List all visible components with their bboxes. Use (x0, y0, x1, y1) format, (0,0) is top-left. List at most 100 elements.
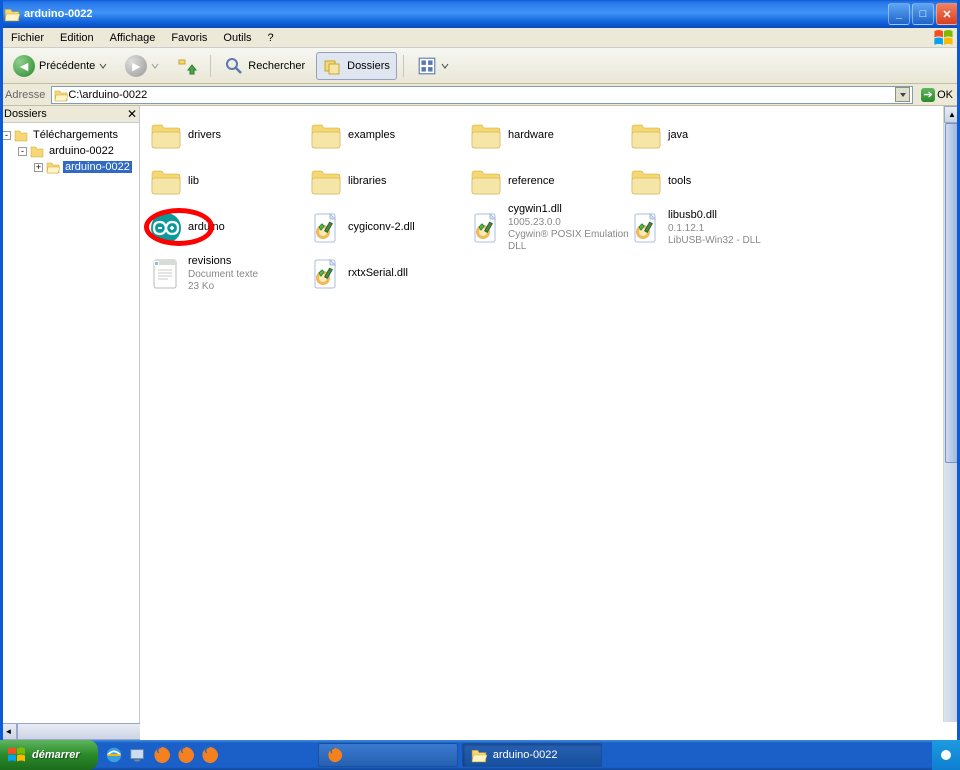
sidebar-close[interactable]: ✕ (127, 107, 137, 121)
folder-item[interactable]: libraries (310, 164, 470, 200)
item-name: lib (188, 175, 199, 188)
up-button[interactable] (170, 52, 204, 80)
expand-toggle[interactable]: - (2, 131, 11, 140)
systray[interactable] (932, 740, 960, 770)
go-arrow-icon: ➔ (921, 88, 935, 102)
folder-icon (54, 88, 68, 102)
folder-icon (310, 166, 342, 198)
scroll-up[interactable]: ▲ (944, 106, 960, 123)
close-button[interactable]: ✕ (936, 3, 958, 25)
folder-icon (30, 144, 44, 158)
tree-item[interactable]: - arduino-0022 (2, 143, 137, 159)
go-button[interactable]: ➔ OK (917, 87, 957, 103)
folder-item[interactable]: tools (630, 164, 790, 200)
start-button[interactable]: démarrer (0, 740, 98, 770)
window-title: arduino-0022 (24, 8, 888, 20)
folder-item[interactable]: hardware (470, 118, 630, 154)
file-item[interactable]: rxtxSerial.dll (310, 256, 470, 292)
ie-icon (105, 746, 123, 764)
ql-ff1[interactable] (152, 745, 172, 765)
folder-item[interactable]: drivers (150, 118, 310, 154)
forward-icon: ► (125, 55, 147, 77)
folder-icon (4, 6, 20, 22)
ql-ff2[interactable] (176, 745, 196, 765)
views-button[interactable] (410, 52, 456, 80)
folder-icon (310, 120, 342, 152)
ql-desktop[interactable] (128, 745, 148, 765)
firefox-icon (177, 746, 195, 764)
scroll-thumb[interactable] (945, 123, 959, 463)
menu-edition[interactable]: Edition (53, 30, 101, 46)
scroll-left[interactable]: ◄ (0, 723, 17, 740)
file-item[interactable]: cygiconv-2.dll (310, 210, 470, 246)
folder-icon (14, 128, 28, 142)
sidebar-title: Dossiers (4, 108, 47, 120)
taskbar: démarrer arduino-0022 (0, 740, 960, 770)
tiles-grid: drivers examples hardware java lib libra… (140, 106, 960, 304)
desktop-icon (129, 746, 147, 764)
back-icon: ◄ (13, 55, 35, 77)
file-item[interactable]: cygwin1.dll1005.23.0.0Cygwin® POSIX Emul… (470, 210, 630, 246)
titlebar: arduino-0022 _ □ ✕ (0, 0, 960, 28)
item-name: cygiconv-2.dll (348, 221, 415, 234)
file-item[interactable]: revisionsDocument texte23 Ko (150, 256, 310, 292)
menu-fichier[interactable]: Fichier (4, 30, 51, 46)
back-button[interactable]: ◄ Précédente (6, 51, 114, 81)
firefox-icon (201, 746, 219, 764)
folder-icon (471, 747, 487, 763)
views-icon (417, 56, 437, 76)
separator (403, 55, 404, 77)
tree-item[interactable]: - Téléchargements (2, 127, 137, 143)
expand-toggle[interactable]: - (18, 147, 27, 156)
item-name: drivers (188, 129, 221, 142)
menu-affichage[interactable]: Affichage (103, 30, 163, 46)
task-firefox[interactable] (318, 743, 458, 767)
folders-button[interactable]: Dossiers (316, 52, 397, 80)
address-label: Adresse (3, 89, 47, 101)
folder-icon (46, 160, 60, 174)
menu-help[interactable]: ? (261, 30, 281, 46)
folder-tree: - Téléchargements- arduino-0022+ arduino… (0, 123, 139, 179)
menu-favoris[interactable]: Favoris (164, 30, 214, 46)
folder-item[interactable]: reference (470, 164, 630, 200)
folders-label: Dossiers (347, 60, 390, 72)
folder-icon (470, 120, 502, 152)
ok-label: OK (937, 89, 953, 101)
folder-item[interactable]: examples (310, 118, 470, 154)
addressbar: Adresse ➔ OK (0, 84, 960, 106)
search-button[interactable]: Rechercher (217, 52, 312, 80)
sidebar-header: Dossiers ✕ (0, 106, 139, 123)
folder-item[interactable]: java (630, 118, 790, 154)
tree-item[interactable]: + arduino-0022 (2, 159, 137, 175)
toolbar: ◄ Précédente ► Rechercher Dossiers (0, 48, 960, 84)
start-label: démarrer (32, 749, 80, 761)
file-item[interactable]: libusb0.dll0.1.12.1LibUSB-Win32 - DLL (630, 210, 790, 246)
address-dropdown[interactable] (895, 87, 910, 102)
task-explorer[interactable]: arduino-0022 (462, 743, 602, 767)
dll-icon (310, 212, 342, 244)
item-name: rxtxSerial.dll (348, 267, 408, 280)
address-input[interactable] (68, 89, 895, 101)
forward-button[interactable]: ► (118, 51, 166, 81)
search-icon (224, 56, 244, 76)
arduino-icon (150, 212, 182, 244)
tree-label: arduino-0022 (63, 161, 132, 173)
back-label: Précédente (39, 60, 95, 72)
up-icon (177, 56, 197, 76)
item-name: arduino (188, 221, 225, 234)
minimize-button[interactable]: _ (888, 3, 910, 25)
ql-ie[interactable] (104, 745, 124, 765)
separator (210, 55, 211, 77)
ql-ff3[interactable] (200, 745, 220, 765)
menu-outils[interactable]: Outils (216, 30, 258, 46)
quicklaunch (98, 745, 226, 765)
folders-icon (323, 56, 343, 76)
folder-item[interactable]: lib (150, 164, 310, 200)
expand-toggle[interactable]: + (34, 163, 43, 172)
menubar: Fichier Edition Affichage Favoris Outils… (0, 28, 960, 48)
maximize-button[interactable]: □ (912, 3, 934, 25)
scrollbar-vertical[interactable]: ▲ (943, 106, 960, 722)
file-item[interactable]: arduino (150, 210, 310, 246)
folder-icon (150, 166, 182, 198)
dll-icon (310, 258, 342, 290)
